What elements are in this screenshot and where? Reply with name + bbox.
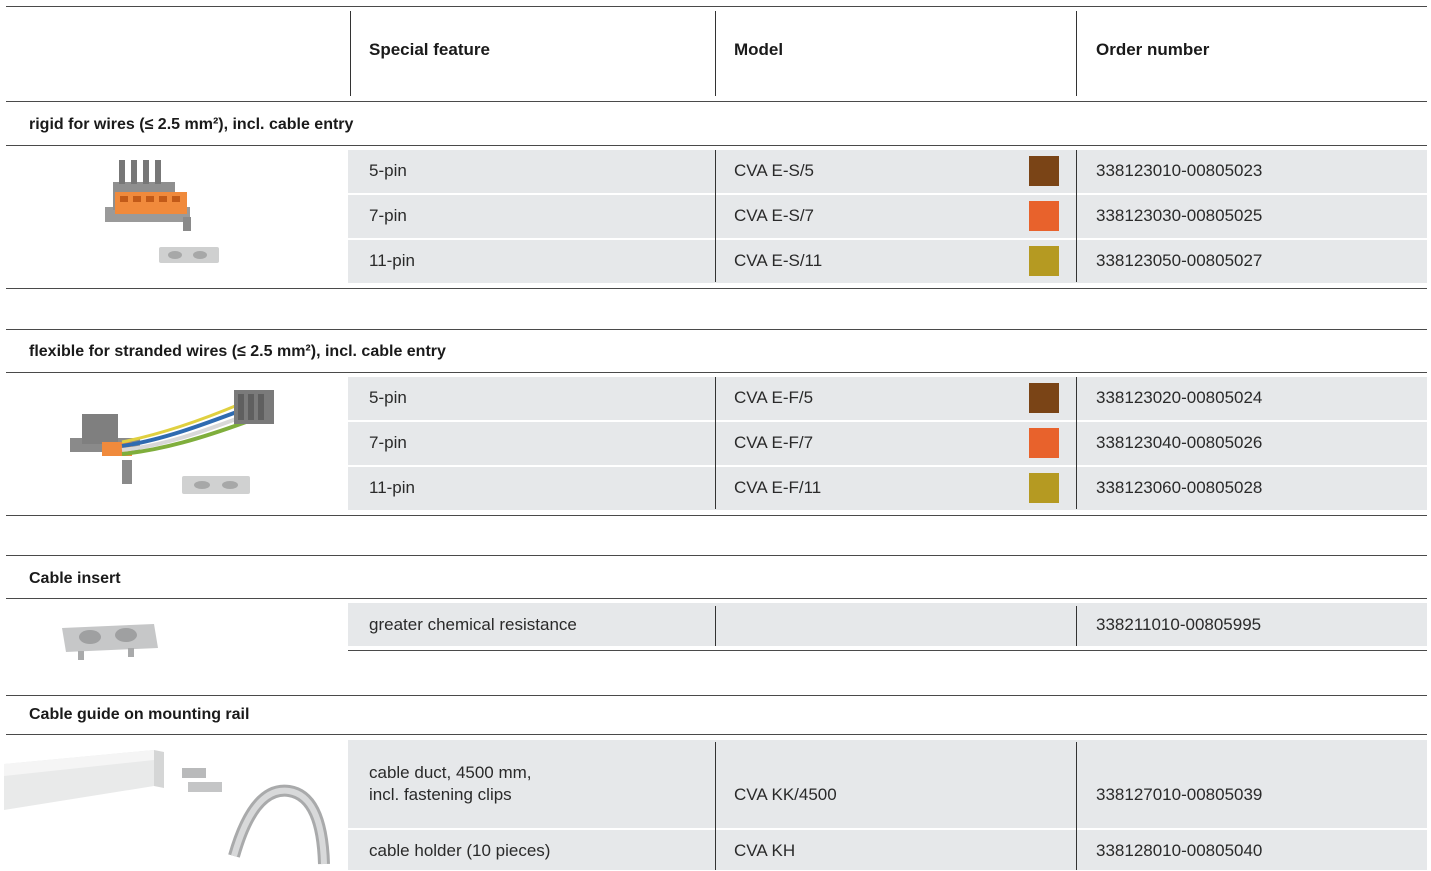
section-divider	[6, 372, 1427, 373]
feature-cell: 5-pin	[369, 388, 407, 407]
feature-cell: cable holder (10 pieces)	[369, 841, 551, 860]
column-divider	[715, 606, 716, 646]
section-title-cable-insert: Cable insert	[29, 570, 121, 587]
section-bottom-border	[6, 288, 1427, 289]
column-header-special-feature: Special feature	[369, 40, 490, 59]
order-number-cell: 338127010-00805039	[1096, 785, 1263, 804]
header-divider	[1076, 11, 1077, 96]
model-cell: CVA E-S/11	[734, 251, 823, 270]
feature-cell: 5-pin	[369, 161, 407, 180]
table-row	[348, 195, 1427, 238]
order-number-cell: 338123020-00805024	[1096, 388, 1263, 407]
column-header-model: Model	[734, 40, 784, 59]
feature-cell: 11-pin	[369, 251, 415, 270]
model-cell: CVA E-S/7	[734, 206, 814, 225]
section-divider	[6, 734, 1427, 735]
section-bottom-border	[6, 515, 1427, 516]
table-row	[348, 740, 1427, 828]
column-divider	[1076, 606, 1077, 646]
feature-cell: 11-pin	[369, 478, 415, 497]
column-divider	[715, 742, 716, 870]
column-divider	[1076, 150, 1077, 282]
feature-cell: 7-pin	[369, 433, 407, 452]
cable-guide-image	[4, 746, 344, 866]
header-divider	[350, 11, 351, 96]
rigid-connector-image	[95, 152, 245, 277]
column-header-order-number: Order number	[1096, 40, 1210, 59]
column-divider	[715, 377, 716, 509]
header-divider	[715, 11, 716, 96]
header-bottom-border	[6, 101, 1427, 102]
cable-insert-image	[58, 618, 163, 663]
column-divider	[1076, 377, 1077, 509]
color-swatch-brown	[1029, 156, 1059, 186]
feature-cell: greater chemical resistance	[369, 615, 577, 634]
section-title-cable-guide: Cable guide on mounting rail	[29, 706, 250, 723]
order-number-cell: 338123040-00805026	[1096, 433, 1263, 452]
table-row	[348, 377, 1427, 420]
color-swatch-brown	[1029, 383, 1059, 413]
order-number-cell: 338123060-00805028	[1096, 478, 1263, 497]
section-top-border	[6, 695, 1427, 696]
order-number-cell: 338123010-00805023	[1096, 161, 1263, 180]
table-row	[348, 240, 1427, 283]
table-row	[348, 422, 1427, 465]
feature-cell-line2: incl. fastening clips	[369, 785, 512, 804]
column-divider	[1076, 742, 1077, 870]
model-cell: CVA KH	[734, 841, 796, 860]
row-bottom-border	[348, 650, 1427, 651]
section-title-flexible: flexible for stranded wires (≤ 2.5 mm²),…	[29, 343, 446, 360]
section-title-rigid: rigid for wires (≤ 2.5 mm²), incl. cable…	[29, 116, 354, 133]
column-divider	[715, 150, 716, 282]
order-number-cell: 338211010-00805995	[1096, 615, 1262, 634]
order-number-cell: 338123050-00805027	[1096, 251, 1263, 270]
order-number-cell: 338123030-00805025	[1096, 206, 1263, 225]
section-top-border	[6, 329, 1427, 330]
feature-cell: 7-pin	[369, 206, 407, 225]
table-top-border	[6, 6, 1427, 7]
section-top-border	[6, 555, 1427, 556]
color-swatch-orange	[1029, 428, 1059, 458]
color-swatch-orange	[1029, 201, 1059, 231]
model-cell: CVA E-F/7	[734, 433, 814, 452]
model-cell: CVA E-S/5	[734, 161, 814, 180]
feature-cell-line1: cable duct, 4500 mm,	[369, 763, 532, 782]
section-divider	[6, 598, 1427, 599]
color-swatch-ochre	[1029, 473, 1059, 503]
flexible-connector-image	[62, 380, 282, 502]
table-row	[348, 150, 1427, 193]
color-swatch-ochre	[1029, 246, 1059, 276]
model-cell: CVA E-F/11	[734, 478, 822, 497]
section-divider	[6, 145, 1427, 146]
model-cell: CVA E-F/5	[734, 388, 814, 407]
order-number-cell: 338128010-00805040	[1096, 841, 1263, 860]
model-cell: CVA KK/4500	[734, 785, 837, 804]
table-row	[348, 467, 1427, 510]
